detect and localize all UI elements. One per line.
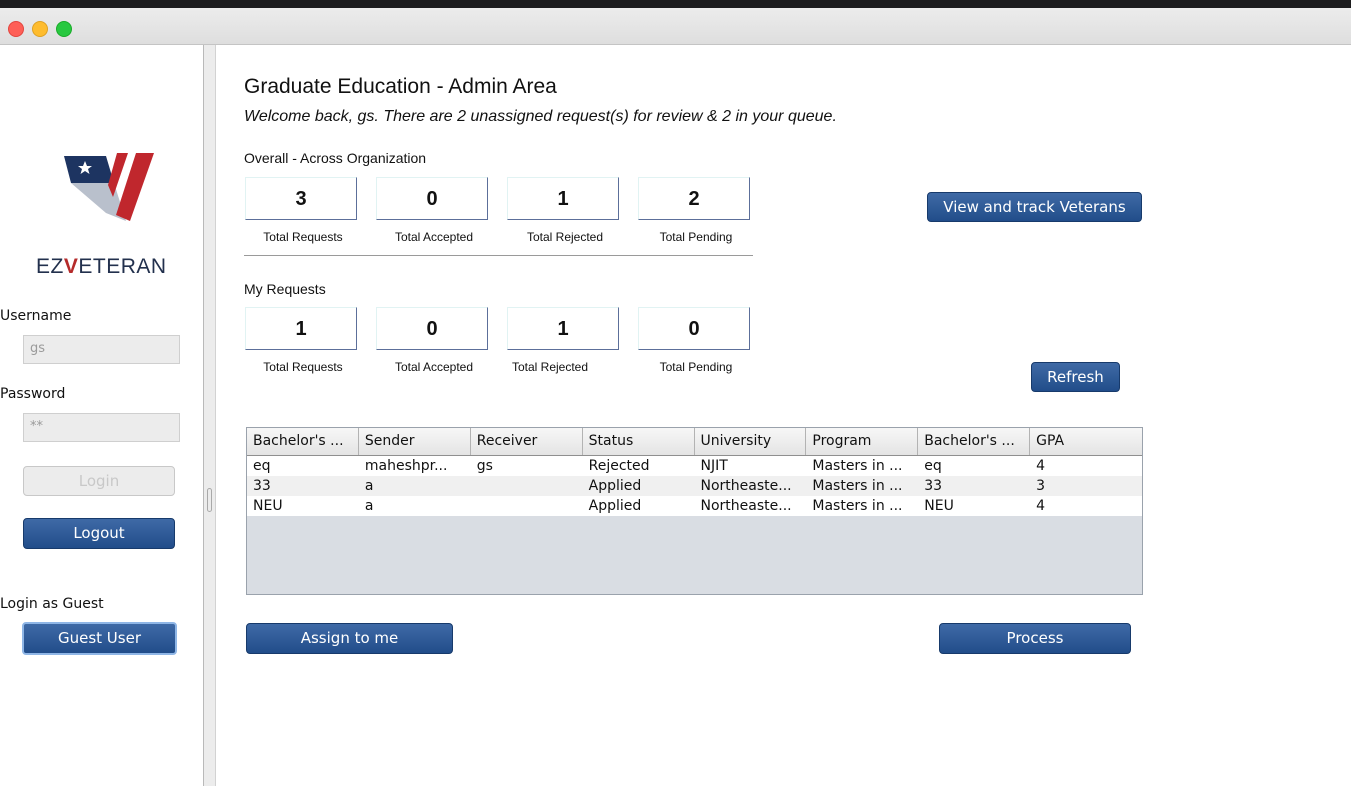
table-cell: eq [253,458,271,474]
table-cell: NEU [253,498,283,514]
split-divider[interactable] [203,45,216,786]
my-total-pending-value: 0 [638,307,750,350]
overall-total-accepted-value: 0 [376,177,488,220]
close-window-button[interactable] [8,21,24,37]
table-cell: NJIT [700,458,728,474]
page-title: Graduate Education - Admin Area [244,75,557,98]
table-cell: NEU [924,498,954,514]
table-cell: Masters in ... [812,498,903,514]
table-cell [471,496,583,516]
password-label: Password [0,386,66,402]
section-divider [244,255,753,256]
overall-total-pending-value: 2 [638,177,750,220]
username-field[interactable]: gs [23,335,180,364]
my-total-rejected-label: Total Rejected [511,360,589,374]
column-header[interactable]: Program [806,428,919,455]
table-row[interactable]: eq maheshpr... gs Rejected NJIT Masters … [247,456,1142,476]
username-label: Username [0,308,72,324]
table-cell: maheshpr... [364,458,448,474]
table-cell: Northeaste... [700,498,792,514]
column-header[interactable]: University [695,428,807,455]
table-cell: 33 [924,478,943,494]
main-panel: Graduate Education - Admin Area Welcome … [216,45,1351,786]
column-header[interactable]: Status [583,428,695,455]
welcome-message: Welcome back, gs. There are 2 unassigned… [244,108,837,125]
overall-total-requests-label: Total Requests [263,230,343,244]
table-header: Bachelor's ... Sender Receiver Status Un… [247,428,1142,456]
table-row[interactable]: 33 a Applied Northeaste... Masters in ..… [247,476,1142,496]
table-cell [471,476,583,496]
sidebar: EZVETERAN Username gs Password ** Login … [0,45,203,786]
split-grip-handle[interactable] [207,488,212,512]
overall-total-rejected-value: 1 [507,177,619,220]
my-total-rejected-value: 1 [507,307,619,350]
guest-user-button[interactable]: Guest User [22,622,177,655]
maximize-window-button[interactable] [56,21,72,37]
column-header[interactable]: Sender [359,428,471,455]
table-cell: Applied [588,498,642,514]
my-total-pending-label: Total Pending [659,360,733,374]
column-header[interactable]: GPA [1030,428,1142,455]
assign-to-me-button[interactable]: Assign to me [246,623,453,654]
overall-total-accepted-label: Total Accepted [394,230,474,244]
overall-section-label: Overall - Across Organization [244,150,427,166]
minimize-window-button[interactable] [32,21,48,37]
requests-table: Bachelor's ... Sender Receiver Status Un… [246,427,1143,595]
guest-heading: Login as Guest [0,596,104,612]
view-track-veterans-button[interactable]: View and track Veterans [927,192,1142,222]
brand-v-mark: V [63,255,79,278]
table-row[interactable]: NEU a Applied Northeaste... Masters in .… [247,496,1142,516]
system-menu-bar [0,0,1351,8]
overall-total-requests-value: 3 [245,177,357,220]
table-cell: eq [924,458,942,474]
my-total-requests-value: 1 [245,307,357,350]
table-cell: 3 [1036,478,1046,494]
table-cell: gs [476,458,493,474]
ezveteran-logo-icon [64,153,154,221]
my-requests-section-label: My Requests [244,281,326,297]
table-cell: 33 [253,478,271,494]
login-button[interactable]: Login [23,466,175,496]
my-total-accepted-value: 0 [376,307,488,350]
column-header[interactable]: Bachelor's ... [918,428,1031,455]
logout-button[interactable]: Logout [23,518,175,549]
table-cell: Rejected [588,458,650,474]
table-cell: Masters in ... [812,478,903,494]
table-cell: Applied [588,478,642,494]
table-cell: 4 [1036,498,1046,514]
brand-name: EZVETERAN [36,255,167,278]
column-header[interactable]: Bachelor's ... [247,428,359,455]
window-titlebar [0,8,1351,45]
process-button[interactable]: Process [939,623,1131,654]
overall-total-pending-label: Total Pending [659,230,733,244]
table-cell: a [364,478,374,494]
table-cell: 4 [1036,458,1046,474]
overall-total-rejected-label: Total Rejected [526,230,604,244]
table-cell: Masters in ... [812,458,903,474]
refresh-button[interactable]: Refresh [1031,362,1120,392]
column-header[interactable]: Receiver [471,428,583,455]
my-total-accepted-label: Total Accepted [394,360,474,374]
password-field[interactable]: ** [23,413,180,442]
table-cell: Northeaste... [700,478,792,494]
my-total-requests-label: Total Requests [263,360,343,374]
table-cell: a [364,498,374,514]
